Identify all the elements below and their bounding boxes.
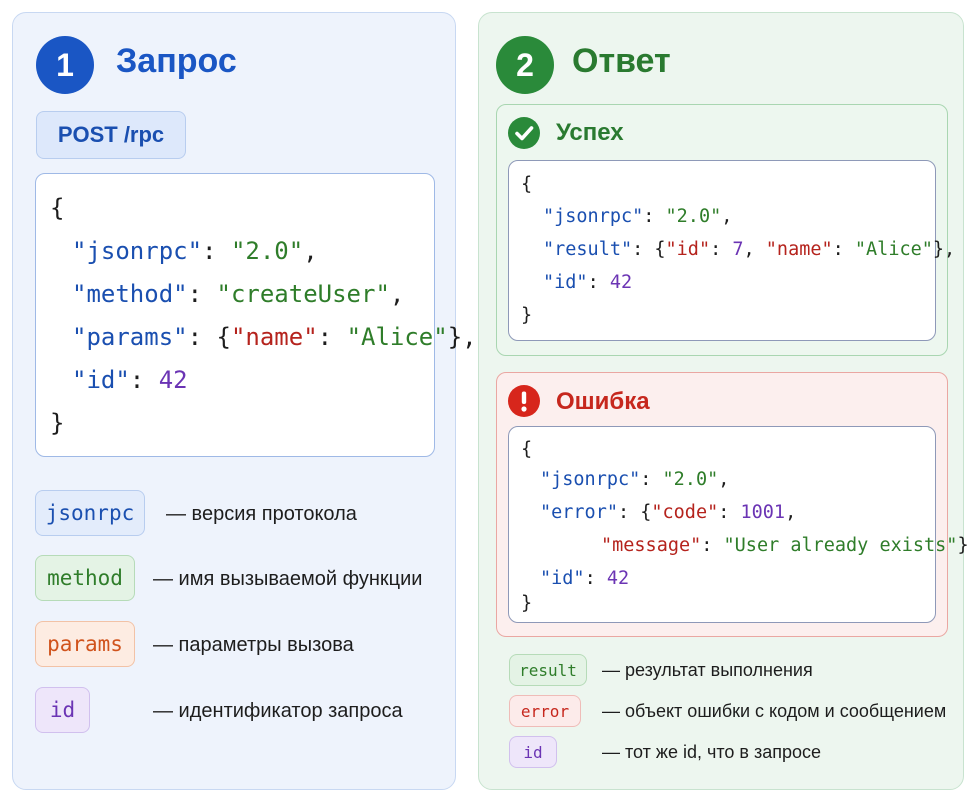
request-step-number: 1 <box>56 46 74 83</box>
endpoint-badge: POST /rpc <box>36 111 186 159</box>
request-code-block: { "jsonrpc": "2.0", "method": "createUse… <box>35 173 477 457</box>
legend-chip-method: method <box>35 555 135 601</box>
response-step-badge: 2 <box>496 36 554 94</box>
code-line-params: "params": {"name": "Alice"}, <box>72 323 477 351</box>
exclamation-circle-icon <box>508 385 540 417</box>
response-title: Ответ <box>572 42 671 80</box>
legend-chip-result: result <box>509 654 587 686</box>
legend-desc-result: — результат выполнения <box>602 660 813 680</box>
error-title: Ошибка <box>556 388 650 415</box>
success-code-block: { "jsonrpc": "2.0", "result": {"id": 7, … <box>508 160 955 341</box>
success-open-brace: { <box>521 174 533 195</box>
code-open-brace: { <box>50 194 65 222</box>
success-close-brace: } <box>521 305 533 326</box>
legend-desc-id: — идентификатор запроса <box>153 700 403 722</box>
code-close-brace: } <box>50 409 65 437</box>
success-title: Успех <box>556 119 624 146</box>
legend-desc-error: — объект ошибки с кодом и сообщением <box>602 701 947 721</box>
legend-chip-jsonrpc: jsonrpc <box>35 490 145 536</box>
error-line-error: "error": {"code": 1001, <box>540 502 797 523</box>
success-line-id: "id": 42 <box>543 272 633 293</box>
request-step-badge: 1 <box>36 36 94 94</box>
legend-chip-error: error <box>509 695 581 727</box>
error-close-brace: } <box>521 593 533 614</box>
error-line-message: "message": "User already exists"}, <box>601 535 972 556</box>
error-line-id: "id": 42 <box>540 568 630 589</box>
check-circle-icon <box>508 117 540 149</box>
request-title: Запрос <box>116 42 237 80</box>
error-line-jsonrpc: "jsonrpc": "2.0", <box>540 469 730 490</box>
success-line-result: "result": {"id": 7, "name": "Alice"}, <box>543 239 956 260</box>
legend-desc-jsonrpc: — версия протокола <box>166 503 357 525</box>
legend-desc-params: — параметры вызова <box>153 634 354 656</box>
legend-chip-params: params <box>35 621 135 667</box>
legend-desc-method: — имя вызываемой функции <box>153 568 423 590</box>
code-line-id: "id": 42 <box>72 366 188 394</box>
response-step-number: 2 <box>516 46 534 83</box>
legend-chip-id-response: id <box>509 736 557 768</box>
code-line-method: "method": "createUser", <box>72 280 405 308</box>
code-line-jsonrpc: "jsonrpc": "2.0", <box>72 237 318 265</box>
error-code-block: { "jsonrpc": "2.0", "error": {"code": 10… <box>508 426 972 623</box>
legend-chip-id: id <box>35 687 90 733</box>
legend-desc-id-response: — тот же id, что в запросе <box>602 742 822 762</box>
success-line-jsonrpc: "jsonrpc": "2.0", <box>543 206 733 227</box>
error-open-brace: { <box>521 439 533 460</box>
endpoint-label: POST /rpc <box>57 122 165 147</box>
